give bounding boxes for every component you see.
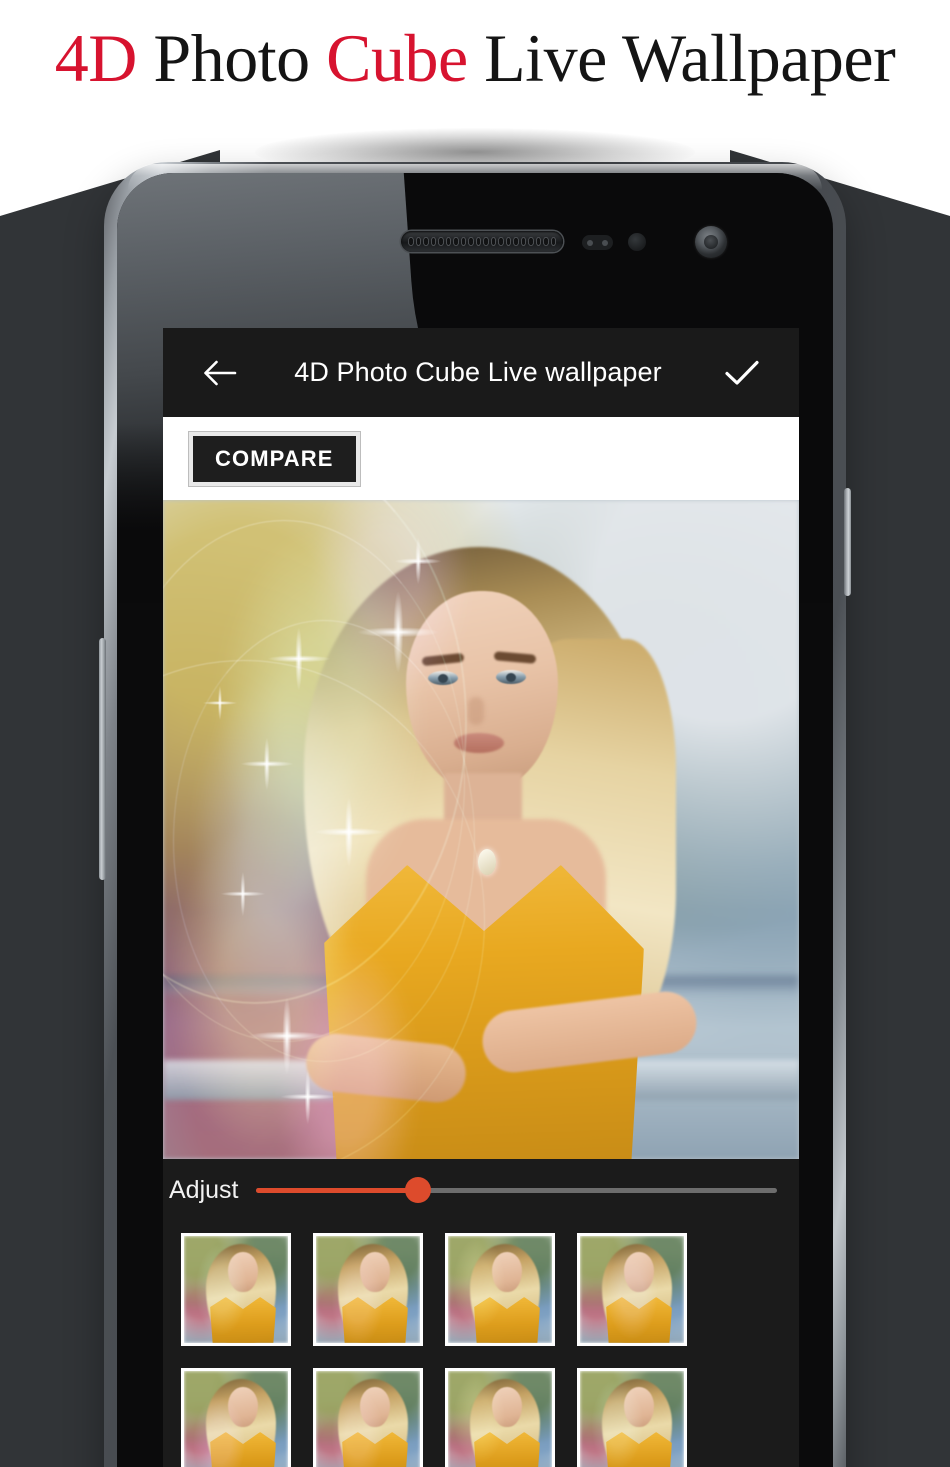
effect-thumbnail-image	[448, 1236, 552, 1343]
promo-screenshot-canvas: 4D Photo Cube Live Wallpaper 4D Photo Cu…	[0, 0, 950, 1467]
subject-nose	[468, 697, 484, 725]
compare-toolbar: COMPARE	[163, 417, 799, 500]
phone-device-mockup: 4D Photo Cube Live wallpaper COMPARE Adj…	[99, 162, 851, 1467]
effect-thumbnail-grid[interactable]	[163, 1221, 799, 1467]
title-part-live-wallpaper: Live Wallpaper	[467, 20, 896, 96]
title-part-cube: Cube	[326, 20, 468, 96]
light-sensor-icon	[628, 233, 646, 251]
subject-eye-right	[496, 670, 526, 684]
effect-thumbnail[interactable]	[577, 1368, 687, 1467]
adjust-slider-fill	[256, 1187, 418, 1193]
compare-button[interactable]: COMPARE	[189, 431, 360, 486]
title-part-4d: 4D	[54, 20, 138, 96]
photo-subject	[246, 519, 716, 1159]
speaker-grille-icon	[401, 231, 563, 252]
effect-thumbnail-image	[580, 1371, 684, 1467]
effect-thumbnail[interactable]	[181, 1233, 291, 1346]
title-part-photo: Photo	[136, 20, 327, 96]
subject-lips	[454, 733, 504, 753]
effect-thumbnail-image	[316, 1236, 420, 1343]
adjust-slider-thumb[interactable]	[404, 1177, 431, 1203]
effect-thumbnail-image	[316, 1371, 420, 1467]
volume-rocker-button[interactable]	[99, 638, 106, 880]
adjust-panel: Adjust	[163, 1159, 799, 1221]
front-camera-icon	[695, 226, 727, 258]
effect-thumbnail-image	[580, 1236, 684, 1343]
app-bar-title: 4D Photo Cube Live wallpaper	[294, 357, 662, 387]
subject-necklace	[478, 849, 496, 875]
effect-thumbnail[interactable]	[577, 1233, 687, 1346]
effect-thumbnail[interactable]	[313, 1368, 423, 1467]
subject-eye-left	[428, 671, 458, 685]
effect-thumbnail[interactable]	[181, 1368, 291, 1467]
phone-screen: 4D Photo Cube Live wallpaper COMPARE Adj…	[163, 328, 799, 1467]
edited-photo-preview[interactable]	[163, 500, 799, 1159]
power-button[interactable]	[844, 488, 851, 596]
effect-thumbnail[interactable]	[445, 1368, 555, 1467]
phone-front-face: 4D Photo Cube Live wallpaper COMPARE Adj…	[117, 173, 833, 1467]
effect-thumbnail-image	[448, 1371, 552, 1467]
subject-face	[406, 591, 558, 789]
proximity-sensor-icon	[582, 235, 613, 250]
effect-thumbnail[interactable]	[313, 1233, 423, 1346]
effect-thumbnail[interactable]	[445, 1233, 555, 1346]
effect-thumbnail-image	[184, 1236, 288, 1343]
adjust-slider[interactable]	[256, 1173, 777, 1207]
app-bar: 4D Photo Cube Live wallpaper	[163, 328, 799, 417]
effect-thumbnail-image	[184, 1371, 288, 1467]
check-icon[interactable]	[721, 352, 763, 394]
page-title: 4D Photo Cube Live Wallpaper	[0, 24, 950, 92]
adjust-label: Adjust	[169, 1175, 239, 1204]
